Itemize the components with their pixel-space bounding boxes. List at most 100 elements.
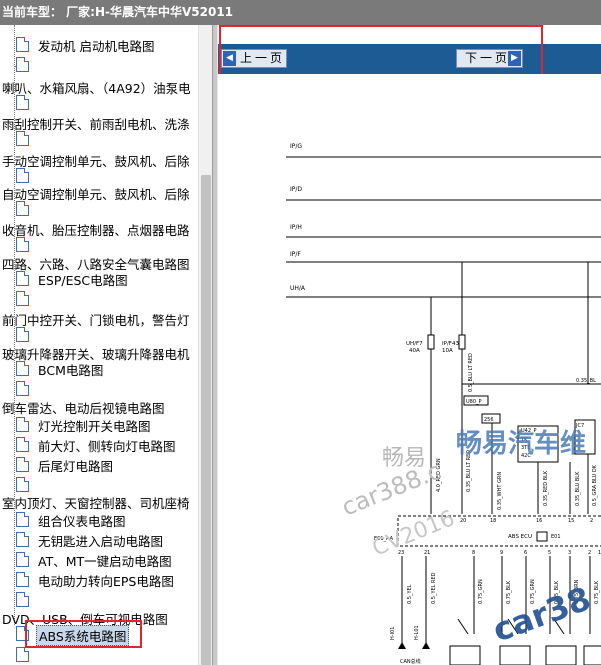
ecu-code: E01 xyxy=(551,534,561,540)
sensor-box xyxy=(545,645,577,665)
sensor-box xyxy=(449,645,481,665)
tree-item-label: ESP/ESC电路图 xyxy=(38,273,128,288)
can-wire-label: H-I01 xyxy=(390,627,396,640)
can-wire-label: H-L01 xyxy=(414,625,420,640)
rail-label: IP/H xyxy=(290,224,302,231)
selection-highlight xyxy=(25,620,142,648)
rail-label: UH/A xyxy=(290,285,306,292)
tree-item[interactable]: 电动助力转向EPS电路图 xyxy=(8,570,198,590)
watermark-text: car38 xyxy=(488,579,596,649)
pin-number: 18 xyxy=(490,518,496,524)
wiring-diagram-canvas: IP/G IP/D IP/H IP/F UH/A UH/F7 40A IP/F4… xyxy=(286,143,601,665)
fuse-label: IP/F43 xyxy=(442,341,459,347)
can-bus-label: CAN总线 xyxy=(400,658,421,665)
connector-label: 256 xyxy=(484,417,494,423)
document-icon xyxy=(16,437,29,452)
tree-item-label: 前大灯、侧转向灯电路图 xyxy=(38,439,176,454)
pin-number: 5 xyxy=(548,550,551,556)
tree-item[interactable]: 后尾灯电路图 xyxy=(8,455,198,475)
tree-item-label: BCM电路图 xyxy=(38,363,104,378)
tree-item[interactable]: BCM电路图 xyxy=(8,359,198,379)
document-icon xyxy=(16,592,29,607)
wire-label: 0.5_YEL RED xyxy=(431,572,437,604)
document-icon xyxy=(16,168,29,183)
ecu-symbol-icon xyxy=(536,531,548,542)
scrollbar-thumb[interactable] xyxy=(201,175,211,665)
wire-label: 0.35_BL xyxy=(576,378,596,384)
tree-item-label: 手动空调控制单元、鼓风机、后除 xyxy=(2,154,190,169)
fuse-label: 40A xyxy=(409,348,420,354)
pin-number: 20 xyxy=(460,518,466,524)
wire-label: 0.75_GRN xyxy=(478,579,484,604)
sensor-box xyxy=(499,645,531,665)
document-icon xyxy=(16,361,29,376)
document-icon xyxy=(16,477,29,492)
tree-item-label: 电动助力转向EPS电路图 xyxy=(38,574,174,589)
rail-label: IP/D xyxy=(290,186,302,193)
tree-item[interactable]: 发动机 启动机电路图 xyxy=(8,35,198,55)
document-icon xyxy=(16,131,29,146)
ecu-bottom-pins: 23 21 8 9 6 5 3 2 1 xyxy=(398,550,601,556)
fuse-symbol xyxy=(458,334,466,350)
wire-label: 0.75_BLK xyxy=(506,580,512,604)
document-icon xyxy=(16,57,29,72)
document-icon xyxy=(16,95,29,110)
tree-item[interactable]: 前大灯、侧转向灯电路图 xyxy=(8,435,198,455)
document-icon xyxy=(16,381,29,396)
rail-label: IP/G xyxy=(290,143,302,150)
tree-item-label: 后尾灯电路图 xyxy=(38,459,114,474)
document-icon xyxy=(16,512,29,527)
tree-item-label: 收音机、胎压控制器、点烟器电路 xyxy=(2,223,190,238)
can-terminal-icon xyxy=(422,642,430,649)
wire-label: 0.5_GRA BLU DK xyxy=(592,464,598,506)
document-icon xyxy=(16,291,29,306)
pin-number: 8 xyxy=(472,550,475,556)
tree-item[interactable]: ESP/ESC电路图 xyxy=(8,269,198,289)
tree-item-label: 发动机 启动机电路图 xyxy=(38,39,155,54)
fuse-label: UH/F7 xyxy=(406,341,423,347)
tree-item-label: AT、MT一键启动电路图 xyxy=(38,554,172,569)
wire-label: 0.35_BLU BLK xyxy=(575,471,581,506)
fuse-label: 10A xyxy=(442,348,453,354)
wire-label: 0.5_BLU LT RED xyxy=(468,353,474,392)
document-icon xyxy=(16,572,29,587)
tree-item[interactable]: 灯光控制开关电路图 xyxy=(8,415,198,435)
document-icon xyxy=(16,532,29,547)
wire-label: 0.35_RED BLK xyxy=(543,470,549,506)
wire-label: 0.75_BLK xyxy=(594,580,600,604)
rail-label: IP/F xyxy=(290,251,301,258)
tree-item[interactable]: AT、MT一键启动电路图 xyxy=(8,550,198,570)
document-icon xyxy=(16,237,29,252)
document-icon xyxy=(16,37,29,52)
tree-item[interactable]: 组合仪表电路图 xyxy=(8,510,198,530)
sensor-box xyxy=(583,645,601,665)
sidebar-scrollbar[interactable] xyxy=(198,25,212,665)
pin-number: 6 xyxy=(524,550,527,556)
watermark-text: 畅易汽车维 xyxy=(456,428,586,459)
can-terminal-icon xyxy=(398,642,406,649)
pin-number: 2 xyxy=(588,550,591,556)
wiring-diagram: IP/G IP/D IP/H IP/F UH/A UH/F7 40A IP/F4… xyxy=(218,74,601,665)
tree-item-label: 自动空调控制单元、鼓风机、后除 xyxy=(2,187,190,202)
document-icon xyxy=(16,647,29,662)
tree-item-label: 喇叭、水箱风扇、（4A92）油泵电 xyxy=(2,81,191,96)
tree-item-label: 无钥匙进入启动电路图 xyxy=(38,534,164,549)
wire-label: 0.5_YEL xyxy=(407,584,413,604)
pin-number: 15 xyxy=(568,518,574,524)
tree-item[interactable]: 无钥匙进入启动电路图 xyxy=(8,530,198,550)
diagram-tree[interactable]: 发动机 启动机电路图 喇叭、水箱风扇、（4A92）油泵电 雨刮控制开关、前雨刮电… xyxy=(0,25,212,665)
vehicle-title: 当前车型： 厂家:H-华晨汽车中华V52011 xyxy=(2,5,234,19)
tree-item-label: 前门中控开关、门锁电机，警告灯 xyxy=(2,313,190,328)
document-icon xyxy=(16,271,29,286)
wire-label: 0.35_WHT GRN xyxy=(497,472,503,510)
pin-number: 2 xyxy=(590,518,593,524)
title-bar: 当前车型： 厂家:H-华晨汽车中华V52011 xyxy=(0,0,601,25)
pin-number: 16 xyxy=(536,518,542,524)
document-icon xyxy=(16,327,29,342)
tree-item-label: 灯光控制开关电路图 xyxy=(38,419,151,434)
pin-number: 21 xyxy=(424,550,430,556)
tree-item-label: 雨刮控制开关、前雨刮电机、洗涤 xyxy=(2,117,190,132)
pin-number: 3 xyxy=(568,550,571,556)
document-icon xyxy=(16,417,29,432)
connector-label: U80_P xyxy=(466,399,482,405)
